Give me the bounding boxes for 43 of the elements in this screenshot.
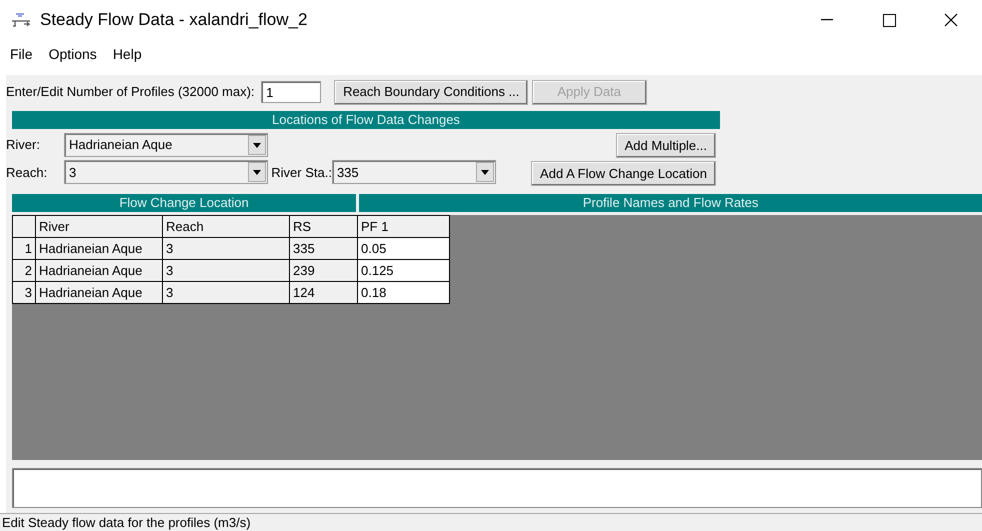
reach-label: Reach: [6, 164, 48, 182]
table-cell: Hadrianeian Aque [36, 282, 162, 304]
river-select[interactable]: Hadrianeian Aque [64, 133, 268, 157]
table-cell: 3 [162, 282, 290, 304]
column-header: Reach [162, 216, 290, 238]
toolbar-button[interactable]: Reach Boundary Conditions ... [334, 80, 528, 104]
maximize-icon [882, 14, 896, 26]
column-group-header: Flow Change Location [12, 194, 356, 212]
description-field[interactable] [12, 468, 982, 508]
table-cell: 239 [290, 260, 358, 282]
river-station-select[interactable]: 335 [332, 160, 496, 184]
menu-item[interactable]: Help [112, 44, 142, 71]
profiles-label: Enter/Edit Number of Profiles (32000 max): [6, 83, 255, 102]
row-number: 2 [12, 260, 36, 282]
table-cell: Hadrianeian Aque [36, 260, 162, 282]
add-multiple-button[interactable]: Add Multiple... [616, 133, 716, 158]
table-cell: 3 [162, 238, 290, 260]
river-station-label: River Sta.: [271, 164, 332, 182]
menu-item[interactable]: File [10, 44, 33, 71]
river-label: River: [6, 136, 41, 154]
window-title: Steady Flow Data - xalandri_flow_2 [40, 9, 308, 32]
app-icon [10, 12, 32, 28]
profiles-field[interactable]: 1 [261, 81, 322, 103]
row-number: 3 [12, 282, 36, 304]
close-icon [944, 13, 958, 27]
column-header: River [36, 216, 162, 238]
flow-rate-cell[interactable]: 0.125 [358, 260, 450, 282]
section-header: Locations of Flow Data Changes [12, 111, 720, 129]
reach-select[interactable]: 3 [64, 160, 268, 184]
table-cell: 3 [162, 260, 290, 282]
status-bar: Edit Steady flow data for the profiles (m3/s) [0, 513, 982, 531]
add-location-button[interactable]: Add A Flow Change Location [531, 161, 716, 186]
row-number: 1 [12, 238, 36, 260]
menu-item[interactable]: Options [48, 44, 97, 71]
table-cell: 335 [290, 238, 358, 260]
table-cell: 124 [290, 282, 358, 304]
table-cell: Hadrianeian Aque [36, 238, 162, 260]
flow-rate-cell[interactable]: 0.05 [358, 238, 450, 260]
column-header: RS [290, 216, 358, 238]
column-header: PF 1 [358, 216, 450, 238]
flow-rate-cell[interactable]: 0.18 [358, 282, 450, 304]
minimize-icon [821, 19, 833, 21]
column-group-header: Profile Names and Flow Rates [359, 194, 982, 212]
